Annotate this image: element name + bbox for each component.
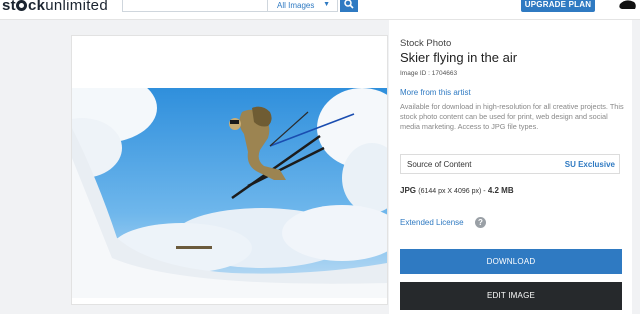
- logo-text-unlimited: unlimited: [45, 0, 108, 14]
- logo-text-ck: ck: [27, 0, 46, 14]
- help-icon[interactable]: ?: [475, 217, 486, 228]
- top-navigation-bar: st ckunlimited All Images ▼ UPGRADE PLAN: [0, 0, 640, 20]
- search-input[interactable]: [122, 0, 268, 12]
- file-info: JPG (6144 px X 4096 px) - 4.2 MB: [400, 186, 514, 195]
- source-label: Source of Content: [407, 160, 472, 169]
- image-id: Image ID : 1704663: [400, 70, 458, 77]
- source-of-content-row: Source of Content SU Exclusive: [400, 154, 620, 174]
- logo-text-st: st: [2, 0, 16, 14]
- image-title: Skier flying in the air: [400, 50, 518, 65]
- more-from-artist-link[interactable]: More from this artist: [400, 88, 471, 97]
- user-avatar-icon[interactable]: [614, 0, 640, 12]
- download-button[interactable]: DOWNLOAD: [400, 249, 622, 274]
- image-preview-card: [71, 35, 388, 305]
- search-button[interactable]: [340, 0, 358, 12]
- search-scope-label: All Images: [277, 1, 315, 10]
- skier-photo[interactable]: [72, 88, 387, 298]
- file-format: JPG: [400, 186, 417, 195]
- image-dimensions: (6144 px X 4096 px) -: [418, 188, 486, 195]
- content-type-label: Stock Photo: [400, 38, 452, 49]
- edit-image-button[interactable]: EDIT IMAGE: [400, 282, 622, 310]
- upgrade-plan-button[interactable]: UPGRADE PLAN: [521, 0, 595, 12]
- logo-o-mark: [16, 0, 28, 11]
- file-size: 4.2 MB: [487, 186, 514, 195]
- search-scope-dropdown[interactable]: All Images ▼: [268, 0, 338, 12]
- image-details-panel: Stock Photo Skier flying in the air Imag…: [389, 20, 632, 314]
- chevron-down-icon: ▼: [323, 1, 330, 8]
- skier-photo-illustration: [72, 88, 387, 298]
- stockunlimited-logo[interactable]: st ckunlimited: [2, 0, 108, 14]
- search-icon: [344, 0, 354, 9]
- image-description: Available for download in high-resolutio…: [400, 102, 624, 132]
- source-value: SU Exclusive: [564, 160, 615, 169]
- extended-license-link[interactable]: Extended License: [400, 218, 464, 227]
